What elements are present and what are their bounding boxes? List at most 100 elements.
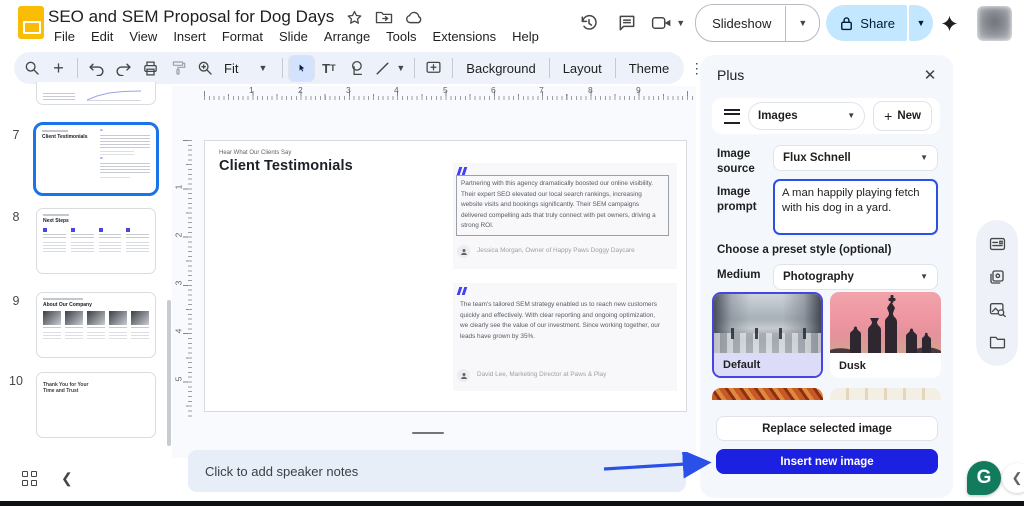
shape-icon[interactable] (342, 55, 369, 82)
slide-number: 9 (4, 294, 28, 308)
preset-default-tile[interactable]: Default (712, 292, 823, 378)
notes-resize-handle[interactable] (412, 432, 444, 434)
paint-format-icon[interactable] (164, 55, 191, 82)
image-stack-icon[interactable] (989, 269, 1005, 285)
menu-format[interactable]: Format (214, 27, 271, 46)
insert-new-image-button[interactable]: Insert new image (716, 449, 938, 474)
side-rail (976, 220, 1018, 366)
speaker-notes[interactable]: Click to add speaker notes (188, 450, 686, 492)
testimonial-card[interactable]: Partnering with this agency dramatically… (453, 163, 677, 269)
testimonial-quote[interactable]: The team's tailored SEM strategy enabled… (456, 297, 669, 345)
collapse-widget-icon[interactable]: ❮ (1002, 463, 1024, 493)
speaker-notes-placeholder: Click to add speaker notes (205, 464, 358, 479)
background-button[interactable]: Background (458, 61, 543, 76)
slideshow-button[interactable]: Slideshow ▼ (695, 4, 820, 42)
slide-thumbnail-partial[interactable] (36, 82, 156, 105)
slide-thumbnail-selected[interactable]: Client Testimonials “ “ (33, 122, 159, 196)
insert-comment-icon[interactable] (420, 55, 447, 82)
slide-thumbnail[interactable]: Thank You for Your Time and Trust (36, 372, 156, 438)
menu-tools[interactable]: Tools (378, 27, 424, 46)
grid-view-icon[interactable] (22, 471, 37, 486)
slide-canvas[interactable]: Hear What Our Clients Say Client Testimo… (204, 140, 687, 412)
testimonial-attribution[interactable]: Jessica Morgan, Owner of Happy Paws Dogg… (477, 245, 635, 256)
fit-caret-icon[interactable]: ▼ (240, 64, 277, 73)
menu-help[interactable]: Help (504, 27, 547, 46)
preset-label: Default (714, 353, 821, 376)
version-history-icon[interactable] (570, 4, 608, 42)
comments-icon[interactable] (608, 4, 646, 42)
redo-icon[interactable] (110, 55, 137, 82)
menu-insert[interactable]: Insert (165, 27, 214, 46)
plus-icon: + (884, 108, 892, 124)
panel-title: Plus (717, 67, 744, 83)
preset-default-image (714, 294, 821, 353)
testimonial-quote[interactable]: Partnering with this agency dramatically… (456, 175, 669, 236)
replace-selected-image-button[interactable]: Replace selected image (716, 416, 938, 441)
menu-view[interactable]: View (121, 27, 165, 46)
slideshow-caret-icon[interactable]: ▼ (786, 19, 819, 28)
menu-slide[interactable]: Slide (271, 27, 316, 46)
chevron-down-icon: ▼ (847, 112, 855, 120)
preset-dusk-tile[interactable]: Dusk (830, 292, 941, 378)
print-icon[interactable] (137, 55, 164, 82)
document-title[interactable]: SEO and SEM Proposal for Dog Days (48, 7, 334, 27)
join-call-icon[interactable] (646, 4, 676, 42)
slide-eyebrow[interactable]: Hear What Our Clients Say (219, 150, 291, 156)
preset-tile-partial[interactable] (712, 388, 823, 400)
thumb-title: About Our Company (43, 302, 149, 308)
join-call-caret-icon[interactable]: ▼ (676, 19, 685, 28)
menu-extensions[interactable]: Extensions (425, 27, 505, 46)
undo-icon[interactable] (83, 55, 110, 82)
slide-title[interactable]: Client Testimonials (219, 158, 353, 174)
slides-logo-icon[interactable] (18, 6, 44, 39)
user-avatar[interactable] (977, 6, 1012, 41)
line-caret-icon[interactable]: ▼ (396, 64, 409, 73)
star-icon[interactable] (346, 9, 363, 26)
text-box-icon[interactable]: TT (315, 55, 342, 82)
zoom-fit-select[interactable]: Fit (218, 61, 240, 76)
menu-arrange[interactable]: Arrange (316, 27, 378, 46)
medium-select[interactable]: Photography ▼ (773, 264, 938, 290)
image-source-select[interactable]: Flux Schnell ▼ (773, 145, 938, 171)
layout-button[interactable]: Layout (555, 61, 610, 76)
slide-thumbnail[interactable]: About Our Company (36, 292, 156, 358)
preset-style-heading: Choose a preset style (optional) (717, 244, 891, 256)
image-prompt-label: Image prompt (717, 185, 773, 215)
search-menus-icon[interactable] (18, 55, 45, 82)
testimonial-attribution[interactable]: David Lee, Marketing Director at Paws & … (477, 369, 606, 380)
slide-number: 10 (4, 374, 28, 388)
preset-tile-partial[interactable] (830, 388, 941, 400)
image-search-icon[interactable] (989, 302, 1006, 317)
zoom-icon[interactable] (191, 55, 218, 82)
edit-toolbar: + Fit ▼ TT ▼ Background Layout Theme ⋮ (14, 52, 684, 84)
select-tool-icon[interactable] (288, 55, 315, 82)
theme-button[interactable]: Theme (621, 61, 677, 76)
share-caret-button[interactable]: ▼ (909, 5, 933, 41)
slide-number: 7 (4, 128, 28, 142)
grammarly-icon[interactable]: G (967, 461, 1001, 495)
slide-number: 8 (4, 210, 28, 224)
collapse-filmstrip-icon[interactable]: ❮ (61, 470, 73, 487)
new-button[interactable]: + New (873, 101, 932, 131)
gemini-sparkle-icon[interactable] (933, 4, 965, 42)
image-prompt-input[interactable]: A man happily playing fetch with his dog… (773, 179, 938, 235)
slideshow-label: Slideshow (696, 16, 785, 31)
menu-file[interactable]: File (46, 27, 83, 46)
line-tool-icon[interactable] (369, 55, 396, 82)
menu-edit[interactable]: Edit (83, 27, 121, 46)
slide-thumbnail[interactable]: Next Steps (36, 208, 156, 274)
close-panel-icon[interactable]: ✕ (919, 64, 941, 86)
slide-card-icon[interactable] (989, 237, 1006, 251)
panel-menu-icon[interactable] (724, 109, 740, 124)
move-folder-icon[interactable] (375, 9, 393, 25)
filmstrip-scrollbar[interactable] (167, 300, 171, 446)
testimonial-card[interactable]: The team's tailored SEM strategy enabled… (453, 283, 677, 391)
plus-addon-panel: Plus ✕ Images ▼ + New Image source Flux … (700, 55, 953, 498)
folder-icon[interactable] (989, 335, 1006, 349)
collection-select[interactable]: Images ▼ (748, 102, 865, 130)
chevron-down-icon: ▼ (920, 273, 928, 281)
cloud-status-icon[interactable] (405, 10, 424, 25)
new-slide-plus-icon[interactable]: + (45, 55, 72, 82)
share-button[interactable]: Share (826, 5, 907, 41)
share-label: Share (860, 16, 895, 31)
